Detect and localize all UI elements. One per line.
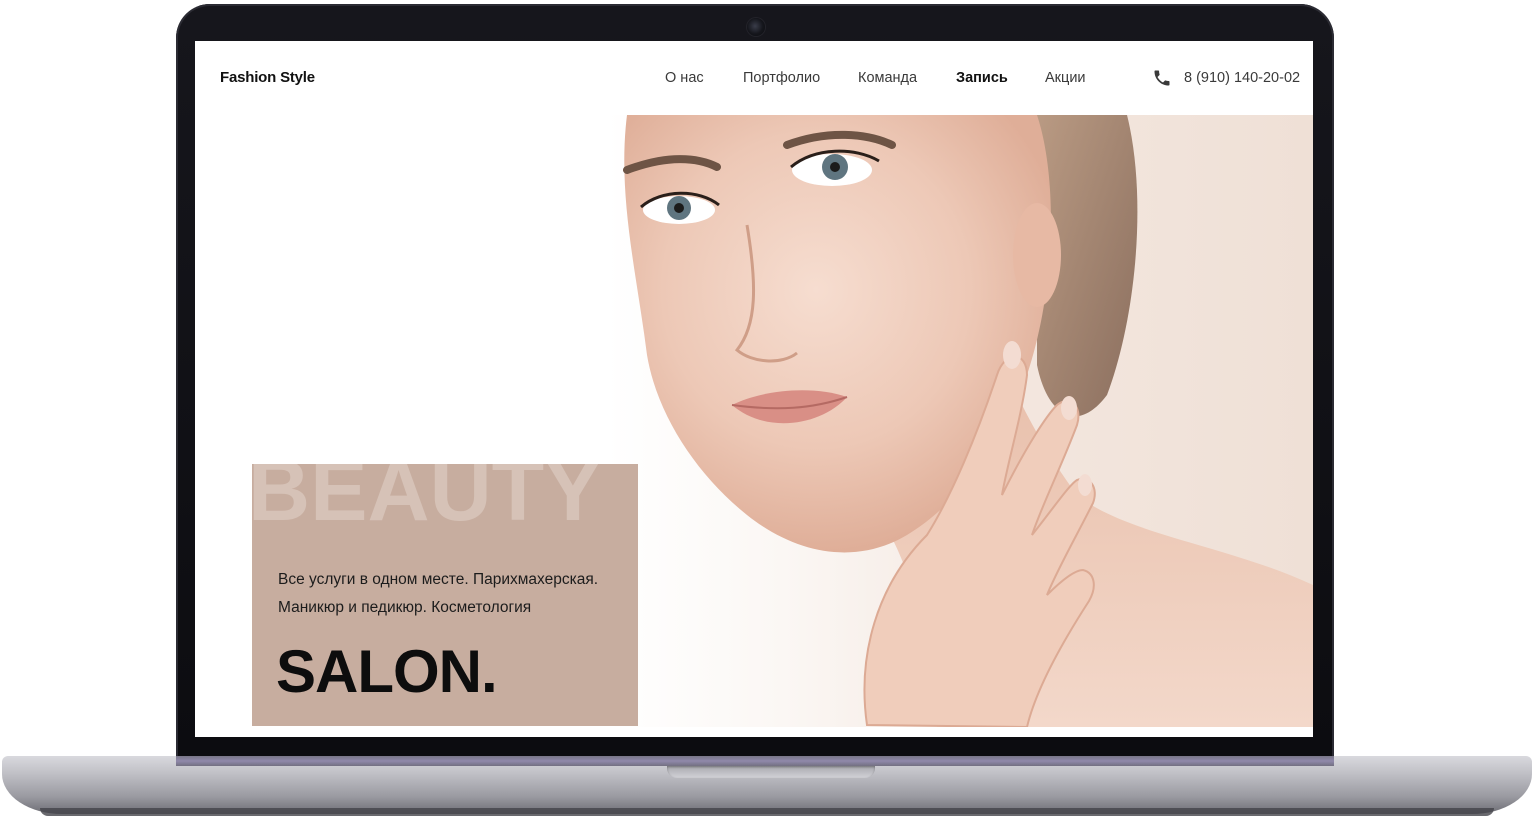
nav-item-portfolio[interactable]: Портфолио bbox=[743, 70, 820, 86]
nav-item-about[interactable]: О нас bbox=[665, 70, 704, 86]
website-screen: Fashion Style О нас Портфолио Команда За… bbox=[195, 41, 1313, 737]
phone-contact[interactable]: 8 (910) 140-20-02 bbox=[1152, 68, 1300, 88]
hero-tagline-line1: Все услуги в одном месте. Парихмахерская… bbox=[278, 571, 599, 588]
phone-icon bbox=[1152, 68, 1172, 88]
laptop-hinge bbox=[176, 756, 1334, 766]
hero-watermark: BEAUTY bbox=[252, 464, 602, 539]
site-header: Fashion Style О нас Портфолио Команда За… bbox=[195, 41, 1313, 115]
laptop-base-shadow bbox=[40, 808, 1494, 816]
hero-title: SALON. bbox=[276, 638, 498, 705]
webcam-icon bbox=[747, 18, 765, 36]
hero-tagline-line2: Маникюр и педикюр. Косметология bbox=[278, 599, 532, 616]
phone-number[interactable]: 8 (910) 140-20-02 bbox=[1184, 70, 1300, 86]
nav-item-promotions[interactable]: Акции bbox=[1045, 70, 1086, 86]
nav-item-booking[interactable]: Запись bbox=[956, 70, 1008, 86]
laptop-mockup: Fashion Style О нас Портфолио Команда За… bbox=[0, 0, 1534, 818]
site-logo[interactable]: Fashion Style bbox=[220, 69, 315, 86]
hero-photo bbox=[607, 115, 1313, 727]
laptop-notch bbox=[667, 766, 875, 778]
hero-info-box: BEAUTY Все услуги в одном месте. Парихма… bbox=[252, 464, 638, 726]
screen-bottom-edge bbox=[195, 727, 1313, 737]
hero-tagline: Все услуги в одном месте. Парихмахерская… bbox=[278, 566, 628, 622]
nav-item-team[interactable]: Команда bbox=[858, 70, 917, 86]
